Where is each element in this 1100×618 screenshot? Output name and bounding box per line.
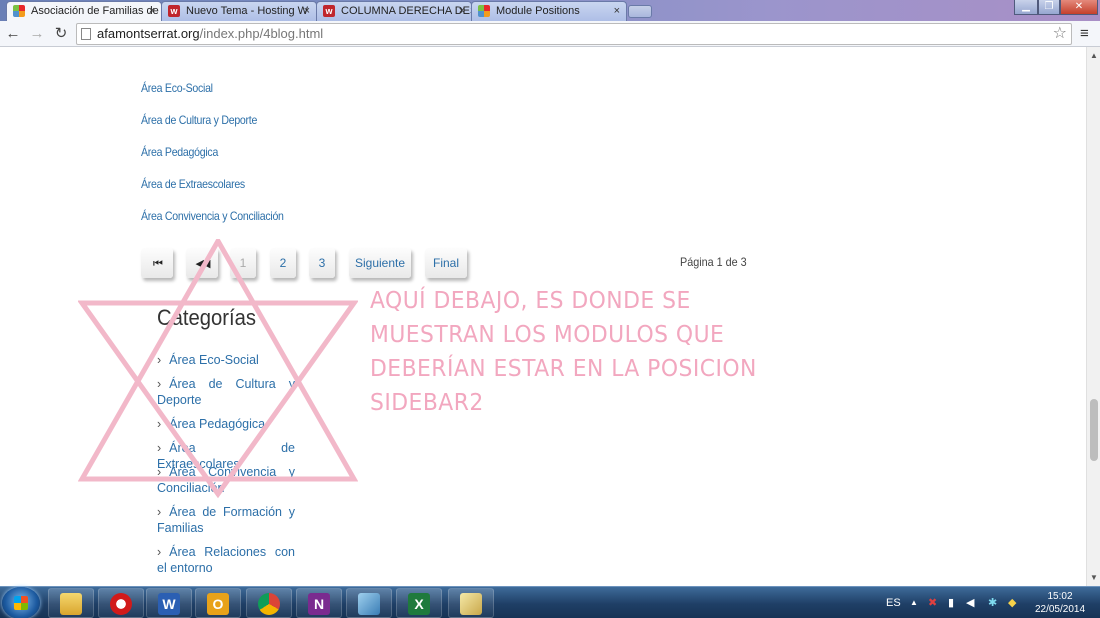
tab-title: Asociación de Familias de: [31, 5, 159, 17]
tab-asociacion[interactable]: Asociación de Familias de ×: [6, 1, 162, 21]
joomla-icon: [478, 5, 490, 17]
close-icon[interactable]: ×: [459, 2, 465, 20]
window-close-button[interactable]: ✕: [1060, 0, 1098, 15]
close-icon[interactable]: ×: [149, 2, 155, 20]
annotation-text: AQUÍ DEBAJO, ES DONDE SE MUESTRAN LOS MO…: [370, 286, 757, 416]
page-1-button[interactable]: 1: [230, 248, 256, 278]
chevron-right-icon: ›: [157, 505, 162, 519]
sync-icon[interactable]: ✱: [988, 587, 997, 618]
taskbar-paint[interactable]: [448, 588, 494, 618]
area-link-pedagogica[interactable]: Área Pedagógica: [141, 145, 218, 159]
prev-page-button[interactable]: ◀◀: [186, 248, 218, 278]
paint-icon: [460, 593, 482, 615]
area-link-convivencia[interactable]: Área Convivencia y Conciliación: [141, 209, 284, 223]
scroll-up-icon[interactable]: ▲: [1087, 49, 1100, 63]
chevron-right-icon: ›: [157, 353, 162, 367]
menu-icon[interactable]: ≡: [1080, 26, 1094, 42]
first-page-button[interactable]: ⏮: [141, 248, 173, 278]
taskbar-outlook[interactable]: O: [195, 588, 241, 618]
category-item[interactable]: › Área de Formación y Familias: [157, 504, 295, 536]
area-link-extraescolares[interactable]: Área de Extraescolares: [141, 177, 245, 191]
page-viewport: Área Eco-Social Área de Cultura y Deport…: [0, 47, 1086, 586]
maximize-button[interactable]: ❐: [1038, 0, 1060, 15]
tab-nuevo-tema[interactable]: w Nuevo Tema - Hosting W ×: [161, 1, 317, 21]
chevron-right-icon: ›: [157, 417, 162, 431]
opera-icon: [110, 593, 132, 615]
area-link-cultura-deporte[interactable]: Área de Cultura y Deporte: [141, 113, 257, 127]
first-page-icon: ⏮: [153, 258, 163, 270]
chrome-icon: [258, 593, 280, 615]
app-icon: [358, 593, 380, 615]
webhosting-icon: w: [323, 5, 335, 17]
vertical-scrollbar[interactable]: ▲ ▼: [1086, 47, 1100, 586]
taskbar-excel[interactable]: X: [396, 588, 442, 618]
url-path: /index.php/4blog.html: [199, 26, 324, 41]
bookmark-star-icon[interactable]: ☆: [1053, 24, 1067, 44]
chevron-right-icon: ›: [157, 545, 162, 559]
taskbar-word[interactable]: W: [146, 588, 192, 618]
category-item[interactable]: › Área Eco-Social: [157, 352, 295, 368]
taskbar-app[interactable]: [346, 588, 392, 618]
word-icon: W: [158, 593, 180, 615]
system-clock[interactable]: 15:02 22/05/2014: [1030, 590, 1090, 616]
forward-arrow-icon[interactable]: →: [28, 25, 46, 43]
start-button[interactable]: [2, 587, 40, 618]
chevron-right-icon: ›: [157, 377, 162, 391]
page-counter: Página 1 de 3: [680, 255, 747, 269]
onenote-icon: N: [308, 593, 330, 615]
joomla-icon: [13, 5, 25, 17]
next-page-button[interactable]: Siguiente: [349, 248, 411, 278]
prev-page-icon: ◀◀: [195, 258, 211, 270]
windows-logo-icon: [14, 596, 28, 610]
outlook-icon: O: [207, 593, 229, 615]
webhosting-icon: w: [168, 5, 180, 17]
browser-tab-strip: Asociación de Familias de × w Nuevo Tema…: [0, 0, 1100, 21]
chevron-right-icon: ›: [157, 441, 162, 455]
tab-title: Module Positions: [496, 5, 580, 17]
tab-columna-derecha[interactable]: w COLUMNA DERECHA DES ×: [316, 1, 472, 21]
back-arrow-icon[interactable]: ←: [4, 25, 22, 43]
area-link-eco-social[interactable]: Área Eco-Social: [141, 81, 213, 95]
new-tab-button[interactable]: [628, 5, 652, 18]
chevron-right-icon: ›: [157, 465, 162, 479]
taskbar-chrome[interactable]: [246, 588, 292, 618]
url-host: afamontserrat.org: [97, 26, 200, 41]
scrollbar-thumb[interactable]: [1090, 399, 1098, 461]
taskbar-explorer[interactable]: [48, 588, 94, 618]
tab-module-positions[interactable]: Module Positions ×: [471, 1, 627, 21]
taskbar-opera[interactable]: [98, 588, 144, 618]
last-page-button[interactable]: Final: [425, 248, 467, 278]
folder-icon: [60, 593, 82, 615]
category-item[interactable]: › Área de Cultura y Deporte: [157, 376, 295, 408]
network-warning-icon[interactable]: ✖: [928, 587, 937, 618]
category-item[interactable]: › Área Pedagógica: [157, 416, 295, 432]
tab-title: Nuevo Tema - Hosting W: [186, 5, 309, 17]
address-bar[interactable]: afamontserrat.org/index.php/4blog.html ☆: [76, 23, 1072, 45]
scroll-down-icon[interactable]: ▼: [1087, 571, 1100, 585]
tab-title: COLUMNA DERECHA DES: [341, 5, 472, 17]
close-icon[interactable]: ×: [304, 2, 310, 20]
page-2-button[interactable]: 2: [270, 248, 296, 278]
close-icon[interactable]: ×: [614, 2, 620, 20]
reload-icon[interactable]: ↻: [52, 25, 70, 43]
clock-date: 22/05/2014: [1034, 604, 1086, 615]
minimize-button[interactable]: ▁: [1014, 0, 1038, 15]
signal-icon[interactable]: ▮: [948, 587, 954, 618]
browser-toolbar: ← → ↻ afamontserrat.org/index.php/4blog.…: [0, 21, 1100, 47]
taskbar-onenote[interactable]: N: [296, 588, 342, 618]
excel-icon: X: [408, 593, 430, 615]
category-item[interactable]: › Área Relaciones con el entorno: [157, 544, 295, 576]
show-hidden-icons-icon[interactable]: ▲: [910, 587, 918, 618]
language-indicator[interactable]: ES: [886, 587, 901, 618]
categories-title: Categorías: [157, 305, 257, 330]
page-icon: [81, 28, 91, 40]
volume-icon[interactable]: ◀: [966, 587, 974, 618]
category-item[interactable]: › Área Convivencia y Conciliación: [157, 464, 295, 496]
page-3-button[interactable]: 3: [309, 248, 335, 278]
windows-taskbar: W O N X ES ▲ ✖ ▮ ◀ ✱ ◆ 15:02 22/05/2014: [0, 586, 1100, 618]
clock-time: 15:02: [1047, 591, 1073, 602]
power-icon[interactable]: ◆: [1008, 587, 1016, 618]
